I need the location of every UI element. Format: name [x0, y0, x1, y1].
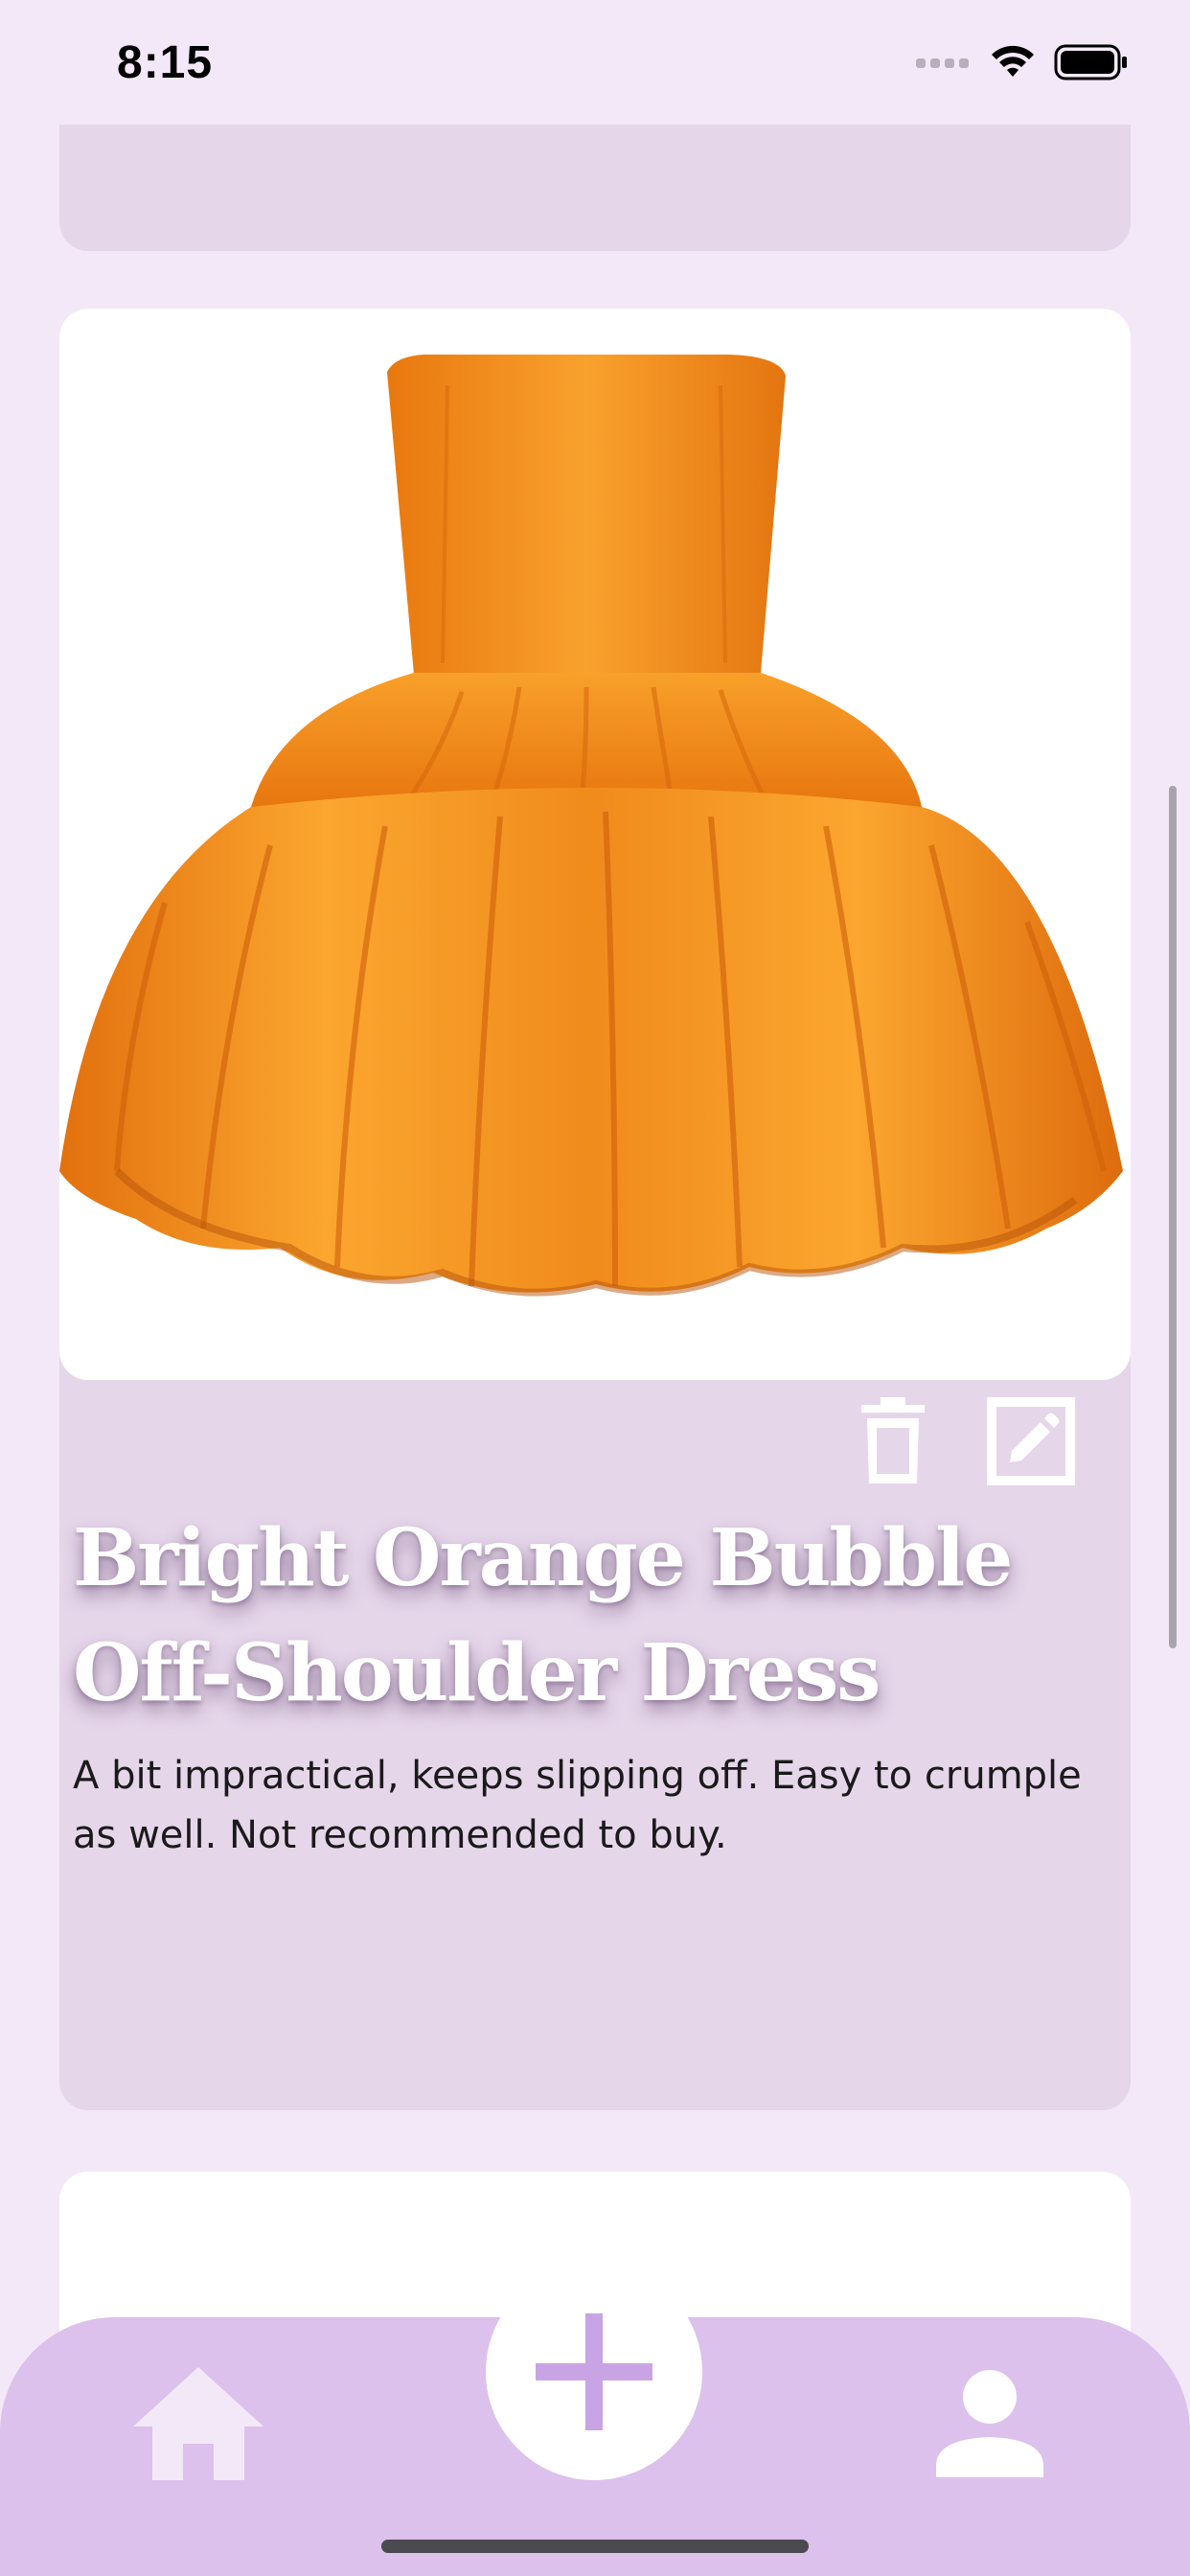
nav-home-button[interactable]: [126, 2352, 270, 2496]
trash-icon: [861, 1397, 925, 1484]
battery-icon: [1054, 44, 1127, 80]
add-item-button[interactable]: [486, 2264, 702, 2480]
item-image: [59, 309, 1131, 1380]
home-indicator[interactable]: [381, 2540, 809, 2553]
person-icon: [936, 2370, 1043, 2477]
item-card[interactable]: Bright Orange Bubble Off-Shoulder Dress …: [59, 309, 1131, 2110]
plus-icon: [536, 2313, 652, 2430]
status-bar: 8:15: [0, 0, 1190, 125]
home-icon: [133, 2367, 263, 2480]
status-time: 8:15: [117, 37, 214, 88]
delete-button[interactable]: [847, 1395, 939, 1487]
item-description: A bit impractical, keeps slipping off. E…: [73, 1754, 1082, 1857]
edit-icon: [987, 1397, 1075, 1485]
cellular-signal-icon: [916, 58, 969, 68]
card-actions: [847, 1395, 1077, 1487]
edit-button[interactable]: [985, 1395, 1077, 1487]
status-icons: [916, 44, 1129, 80]
scroll-indicator: [1169, 786, 1177, 1648]
item-title: Bright Orange Bubble Off-Shoulder Dress: [73, 1512, 1013, 1719]
nav-profile-button[interactable]: [918, 2352, 1062, 2496]
wifi-icon: [992, 45, 1034, 77]
orange-dress-image: [59, 355, 1123, 1297]
